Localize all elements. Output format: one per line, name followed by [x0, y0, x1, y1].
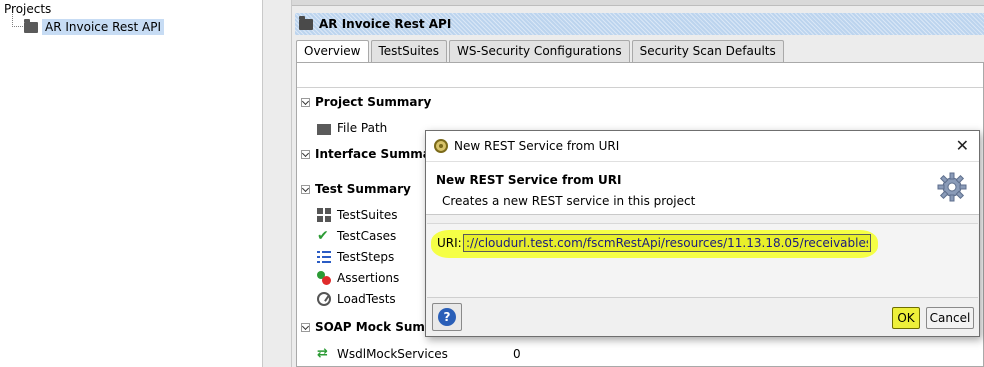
- folder-icon: [299, 15, 313, 30]
- chevron-down-icon: [301, 149, 310, 159]
- close-icon[interactable]: ✕: [956, 136, 969, 155]
- tab-ws-security[interactable]: WS-Security Configurations: [449, 40, 630, 62]
- help-icon: ?: [438, 308, 456, 326]
- editor-title: AR Invoice Rest API: [319, 17, 452, 31]
- tree-item-project[interactable]: AR Invoice Rest API: [24, 18, 165, 36]
- row-label: Assertions: [337, 271, 400, 285]
- editor-title-bar: AR Invoice Rest API: [295, 13, 984, 35]
- panel-splitter[interactable]: [263, 0, 292, 367]
- soapui-app-icon: [434, 139, 448, 153]
- section-title: Test Summary: [315, 182, 411, 196]
- folder-icon: [24, 18, 38, 33]
- row-file-path: File Path: [317, 121, 387, 135]
- uri-label: URI:: [437, 236, 462, 250]
- section-title: Project Summary: [315, 95, 432, 109]
- row-label: TestSteps: [337, 250, 395, 264]
- dialog-footer: ? OK Cancel: [426, 297, 979, 335]
- chevron-down-icon: [301, 97, 310, 107]
- dialog-body: URI:: [427, 223, 978, 298]
- cancel-button[interactable]: Cancel: [926, 307, 974, 329]
- mock-services-icon: ⇄: [317, 346, 328, 361]
- divider: [297, 87, 983, 88]
- chevron-down-icon: [301, 322, 310, 332]
- steps-icon: [317, 250, 331, 264]
- dialog-header-title: New REST Service from URI: [436, 173, 622, 187]
- ok-button[interactable]: OK: [892, 307, 920, 329]
- assertions-icon: [317, 271, 331, 285]
- new-rest-service-dialog: New REST Service from URI ✕ New REST Ser…: [425, 130, 980, 337]
- row-loadtests: LoadTests: [317, 292, 396, 306]
- section-interface-summary[interactable]: Interface Summary: [301, 147, 445, 161]
- tree-branch-line: [12, 14, 23, 27]
- editor-tabs: Overview TestSuites WS-Security Configur…: [296, 40, 784, 63]
- tab-overview[interactable]: Overview: [296, 40, 369, 63]
- project-tree: Projects AR Invoice Rest API: [0, 0, 263, 367]
- row-assertions: Assertions: [317, 271, 399, 285]
- row-testcases: ✔ TestCases: [317, 229, 396, 243]
- row-label: TestCases: [337, 229, 397, 243]
- section-test-summary[interactable]: Test Summary: [301, 182, 411, 196]
- row-wsdlmockservices: ⇄ WsdlMockServices 0: [317, 346, 521, 362]
- dialog-window-title: New REST Service from URI: [454, 139, 620, 153]
- row-label: File Path: [337, 121, 388, 135]
- folder-icon: [317, 123, 331, 135]
- chevron-down-icon: [301, 184, 310, 194]
- row-label: LoadTests: [337, 292, 396, 306]
- grid-icon: [317, 208, 331, 222]
- row-teststeps: TestSteps: [317, 250, 394, 264]
- dialog-title-bar[interactable]: New REST Service from URI ✕: [426, 131, 979, 162]
- section-soap-mock-summary[interactable]: SOAP Mock Summa: [301, 320, 446, 334]
- check-icon: ✔: [317, 228, 329, 244]
- row-value: 0: [513, 347, 521, 361]
- gear-icon: [937, 172, 967, 202]
- editor-top-strip: [292, 0, 984, 6]
- tree-item-project-label: AR Invoice Rest API: [42, 19, 165, 35]
- dialog-header: New REST Service from URI Creates a new …: [426, 162, 979, 215]
- row-label: TestSuites: [337, 208, 398, 222]
- help-button[interactable]: ?: [432, 303, 462, 331]
- dialog-header-description: Creates a new REST service in this proje…: [442, 194, 696, 208]
- gauge-icon: [317, 292, 331, 306]
- row-testsuites: TestSuites: [317, 208, 398, 222]
- row-label: WsdlMockServices: [337, 347, 448, 361]
- uri-input[interactable]: [463, 234, 871, 252]
- section-project-summary[interactable]: Project Summary: [301, 95, 431, 109]
- tab-testsuites[interactable]: TestSuites: [370, 40, 448, 62]
- tab-security-scan-defaults[interactable]: Security Scan Defaults: [631, 40, 784, 62]
